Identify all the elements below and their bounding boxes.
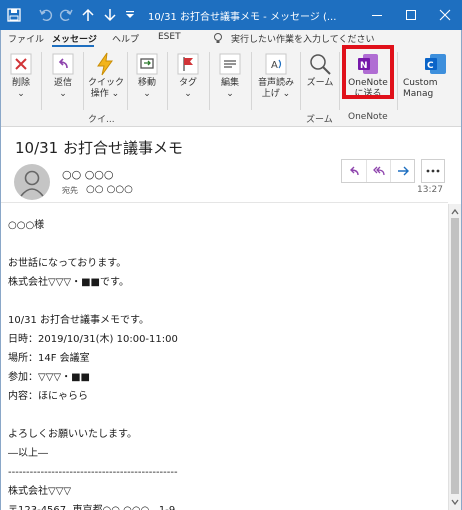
svg-text:A: A xyxy=(271,60,278,71)
body-line: ―以上― xyxy=(8,448,48,459)
customer-manager-icon: C xyxy=(422,50,448,78)
ribbon-separator xyxy=(41,52,42,110)
ribbon-separator xyxy=(209,52,210,110)
header-divider xyxy=(0,202,448,203)
body-line: よろしくお願いいたします。 xyxy=(8,429,137,440)
body-line: 株式会社▽▽▽・■■です。 xyxy=(8,277,129,288)
edit-icon xyxy=(216,50,244,78)
redo-icon[interactable] xyxy=(58,7,74,23)
lightning-icon xyxy=(91,50,119,78)
body-line: 株式会社▽▽▽ xyxy=(8,486,72,497)
close-icon[interactable] xyxy=(428,0,462,30)
magnifier-icon xyxy=(306,50,334,78)
message-subject: 10/31 お打合せ議事メモ xyxy=(15,139,183,157)
quick-steps-button[interactable]: クイック 操作 ⌄ xyxy=(88,50,124,100)
ribbon-separator xyxy=(83,52,84,110)
avatar xyxy=(14,164,50,200)
tell-me-input[interactable]: 実行したい作業を入力してください xyxy=(231,32,374,45)
move-button[interactable]: 移動 ⌄ xyxy=(132,50,162,100)
arrow-up-icon[interactable] xyxy=(80,7,96,23)
quick-steps-label-2: 操作 ⌄ xyxy=(90,89,120,99)
arrow-down-icon[interactable] xyxy=(102,7,118,23)
reply-all-icon[interactable] xyxy=(366,160,390,182)
reply-button[interactable]: 返信 ⌄ xyxy=(48,50,78,100)
customer-manager-button[interactable]: C Custom Manag xyxy=(400,50,448,100)
group-zoom-label: ズーム xyxy=(306,115,333,125)
customize-icon[interactable] xyxy=(122,7,138,23)
chevron-down-icon: ⌄ xyxy=(59,89,67,99)
chevron-down-icon: ⌄ xyxy=(226,89,234,99)
title-bar: 10/31 お打合せ議事メモ - メッセージ (... xyxy=(0,0,462,30)
move-folder-icon xyxy=(133,50,161,78)
delete-icon xyxy=(7,50,35,78)
save-icon[interactable] xyxy=(6,7,22,23)
flag-icon xyxy=(174,50,202,78)
group-quick-label: クイ... xyxy=(88,115,115,125)
svg-text:C: C xyxy=(427,61,434,71)
group-onenote-label: OneNote xyxy=(348,112,388,122)
menu-help[interactable]: ヘルプ xyxy=(112,32,139,45)
ribbon-separator xyxy=(251,52,252,110)
ellipsis-icon xyxy=(426,169,440,173)
scroll-up-icon[interactable] xyxy=(449,206,461,218)
zoom-button[interactable]: ズーム xyxy=(303,50,337,89)
menu-eset[interactable]: ESET xyxy=(158,32,181,42)
body-line: 参加：▽▽▽・■■ xyxy=(8,372,90,383)
chevron-down-icon: ⌄ xyxy=(184,89,192,99)
menu-message[interactable]: メッセージ xyxy=(52,32,97,45)
body-line: 内容：ほにゃらら xyxy=(8,391,88,402)
received-time: 13:27 xyxy=(417,185,443,195)
chevron-down-icon: ⌄ xyxy=(17,89,25,99)
to-recipient[interactable]: ○○ ○○○ xyxy=(86,184,133,195)
read-aloud-label-2: 上げ ⌄ xyxy=(261,89,291,99)
reply-icon xyxy=(49,50,77,78)
read-aloud-button[interactable]: A 音声読み 上げ ⌄ xyxy=(254,50,298,100)
body-line xyxy=(8,235,438,254)
body-line: ○○○様 xyxy=(8,220,45,231)
body-line: 〒123-4567 東京都○○ ○○○ 1-9 xyxy=(8,501,438,510)
lightbulb-icon xyxy=(214,33,222,43)
chevron-down-icon: ⌄ xyxy=(143,89,151,99)
ribbon-separator xyxy=(339,52,340,110)
body-line: ----------------------------------------… xyxy=(8,467,178,478)
message-body[interactable]: ○○○様 お世話になっております。 株式会社▽▽▽・■■です。 10/31 お打… xyxy=(8,216,438,510)
body-line: 場所：14F 会議室 xyxy=(8,353,90,364)
forward-icon[interactable] xyxy=(390,160,414,182)
onenote-highlight-box xyxy=(342,45,394,99)
edit-button[interactable]: 編集 ⌄ xyxy=(214,50,246,100)
speaker-icon: A xyxy=(262,50,290,78)
ribbon-separator xyxy=(300,52,301,110)
body-line xyxy=(8,406,438,425)
to-label: 宛先 xyxy=(62,186,78,195)
body-line xyxy=(8,292,438,311)
scroll-down-icon[interactable] xyxy=(449,496,461,508)
maximize-icon[interactable] xyxy=(394,0,428,30)
undo-icon[interactable] xyxy=(38,7,54,23)
tags-button[interactable]: タグ ⌄ xyxy=(173,50,203,100)
body-line: 日時：2019/10/31(木) 10:00-11:00 xyxy=(8,334,178,345)
ribbon-separator xyxy=(127,52,128,110)
window-border-left xyxy=(0,30,1,510)
window-title: 10/31 お打合せ議事メモ - メッセージ (... xyxy=(148,12,337,23)
delete-button[interactable]: 削除 ⌄ xyxy=(6,50,36,100)
body-line: 10/31 お打合せ議事メモです。 xyxy=(8,315,149,326)
ribbon-separator xyxy=(167,52,168,110)
scroll-thumb[interactable] xyxy=(451,218,459,494)
menu-file[interactable]: ファイル xyxy=(8,32,44,45)
minimize-icon[interactable] xyxy=(360,0,394,30)
reply-icon[interactable] xyxy=(342,160,366,182)
sender-name[interactable]: ○○ ○○○ xyxy=(62,168,114,181)
ribbon-separator xyxy=(397,52,398,110)
more-actions-button[interactable] xyxy=(421,159,445,183)
body-line: お世話になっております。 xyxy=(8,258,127,269)
